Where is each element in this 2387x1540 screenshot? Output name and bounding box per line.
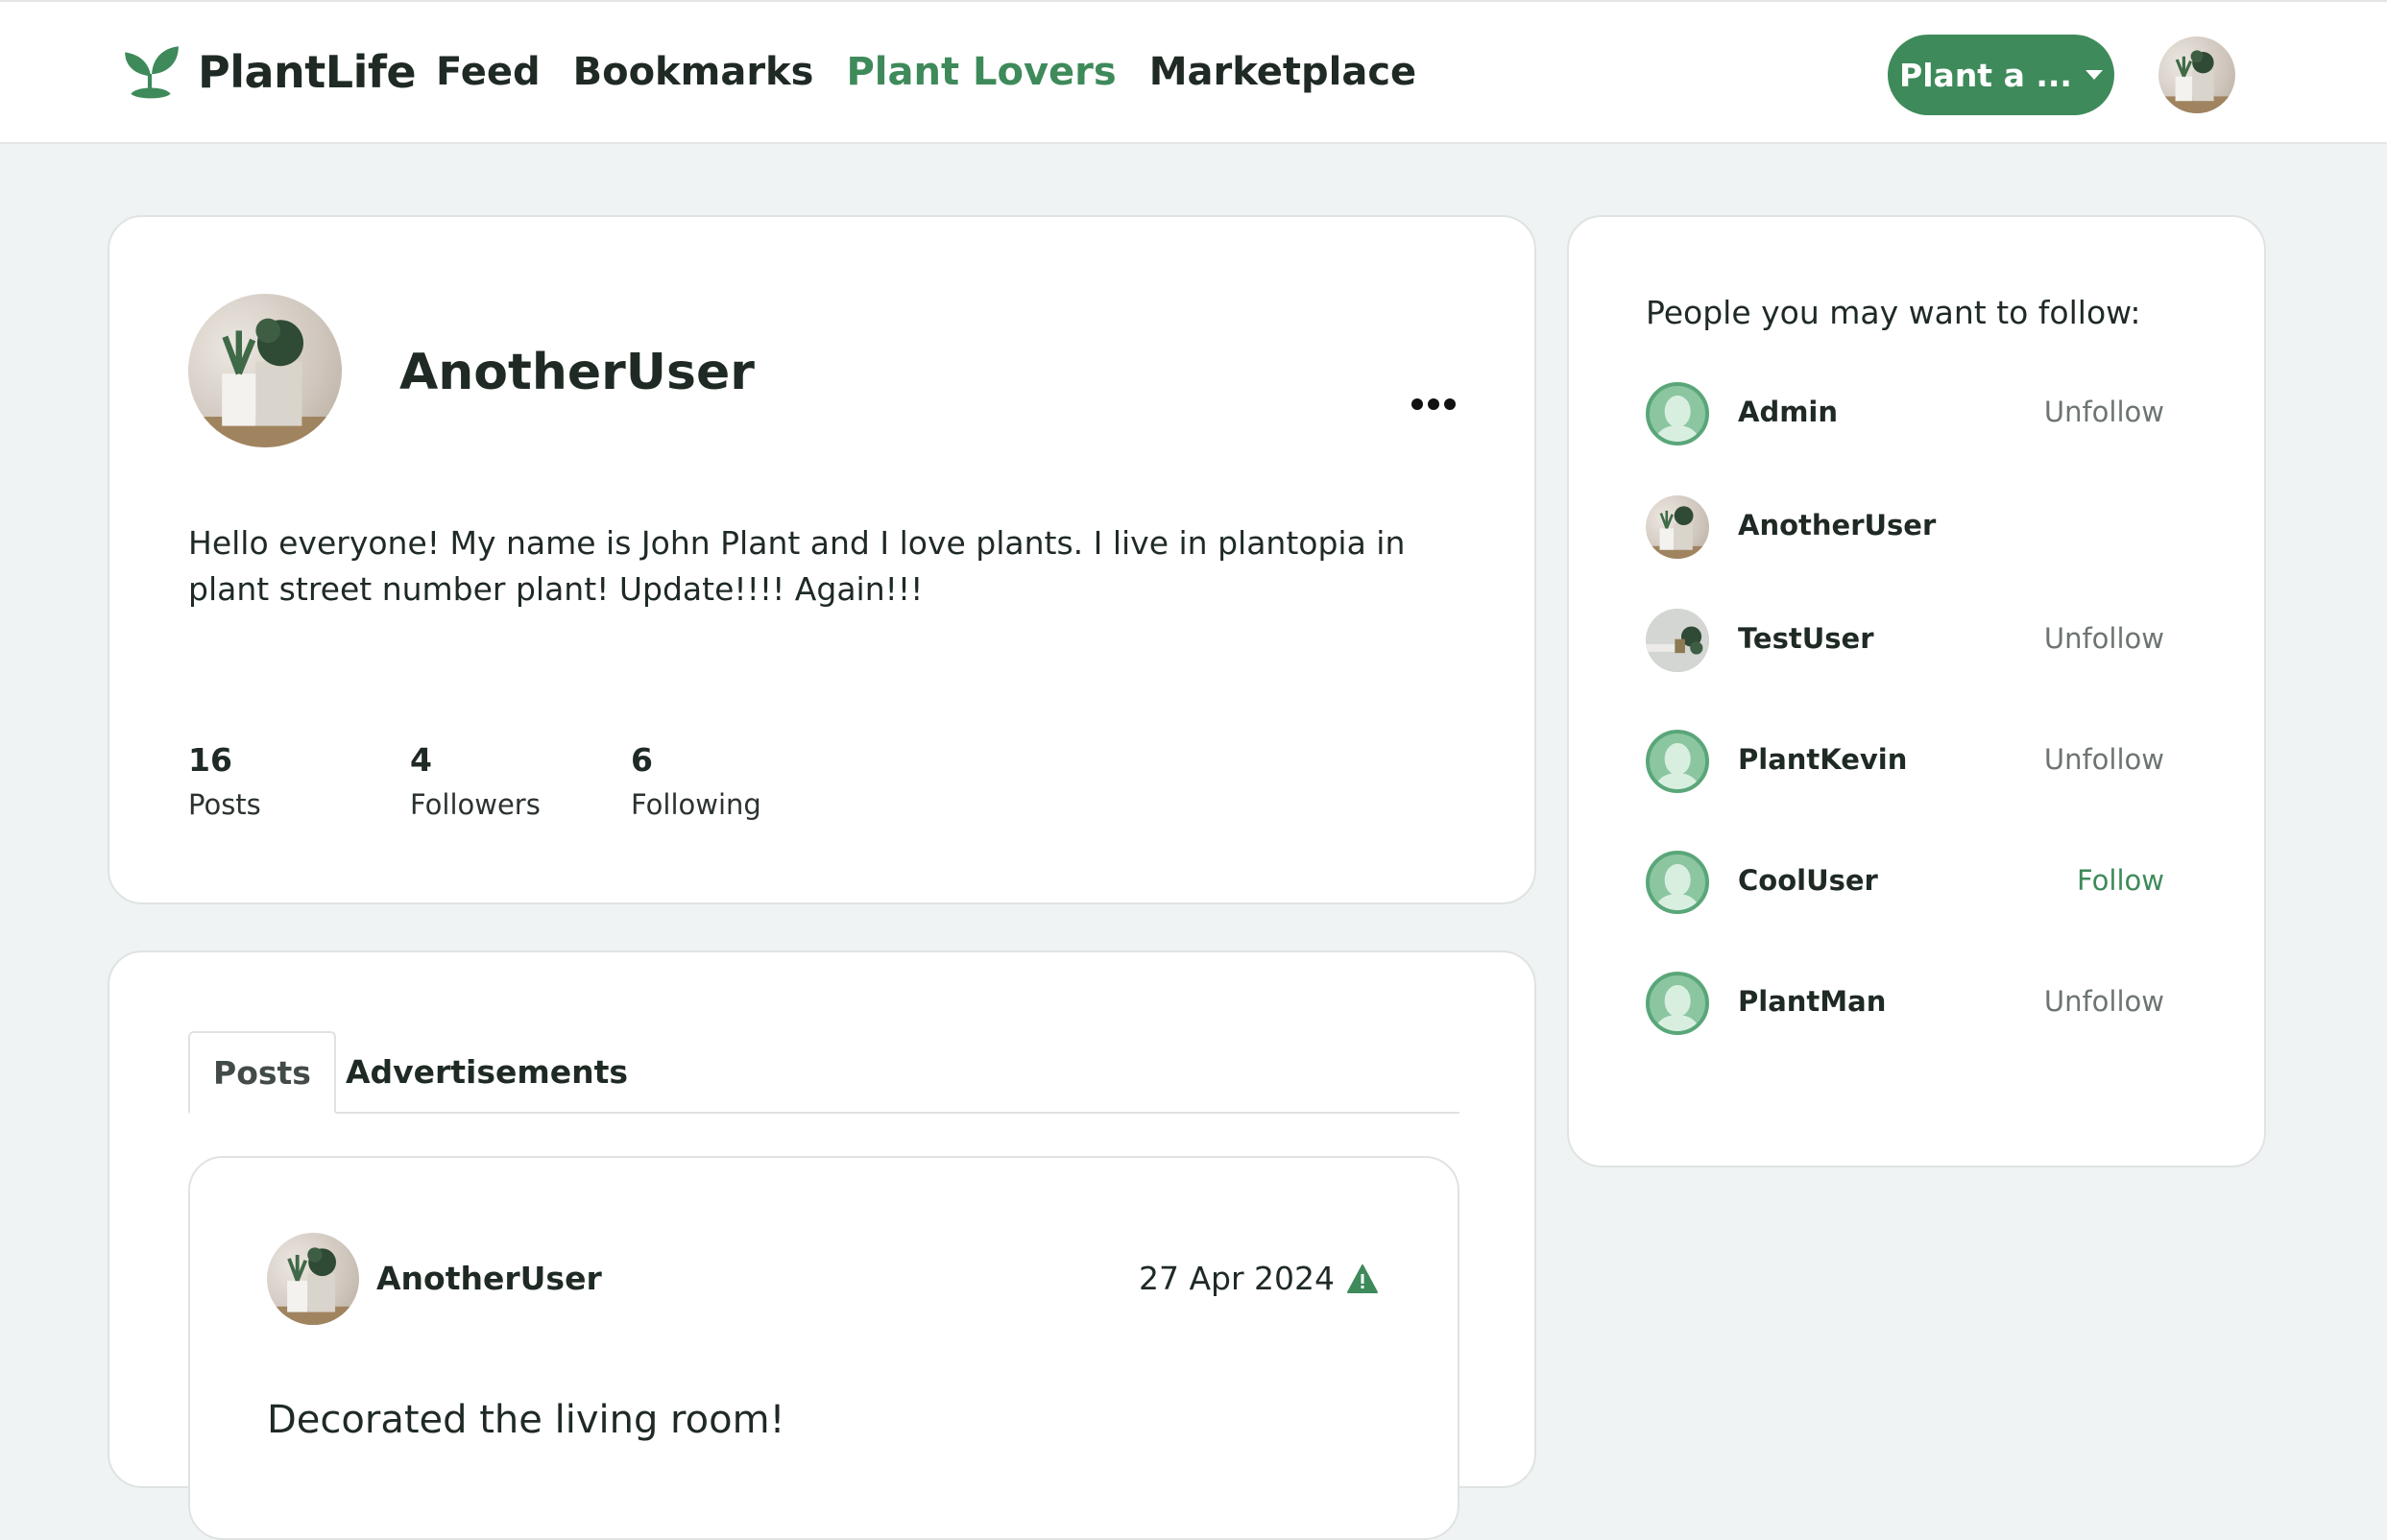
profile-card: AnotherUser Hello everyone! My name is J…	[108, 215, 1536, 904]
profile-avatar	[188, 294, 342, 447]
suggestion-name[interactable]: PlantKevin	[1738, 743, 1907, 776]
user-avatar-menu[interactable]	[2158, 36, 2235, 113]
dot-icon	[1411, 398, 1423, 410]
tab-posts[interactable]: Posts	[188, 1031, 336, 1114]
dot-icon	[1444, 398, 1456, 410]
posts-card: Posts Advertisements AnotherUser 27 Apr …	[108, 950, 1536, 1540]
user-avatar[interactable]	[1646, 495, 1709, 559]
top-navbar: PlantLife Feed Bookmarks Plant Lovers Ma…	[0, 0, 2387, 144]
profile-tabs: Posts Advertisements	[188, 1031, 1459, 1114]
suggestion-name[interactable]: PlantMan	[1738, 985, 1886, 1018]
suggestion-item: Admin Unfollow	[1646, 382, 2164, 447]
stat-followers[interactable]: 4 Followers	[410, 741, 541, 821]
stat-label: Posts	[188, 788, 261, 821]
plant-a-dropdown-button[interactable]: Plant a ...	[1888, 35, 2114, 115]
unfollow-button[interactable]: Unfollow	[2044, 622, 2164, 655]
post-title: Decorated the living room!	[267, 1398, 785, 1442]
suggestion-item: CoolUser Follow	[1646, 851, 2164, 916]
follow-button[interactable]: Follow	[2077, 864, 2164, 897]
suggestion-item: TestUser Unfollow	[1646, 609, 2164, 674]
stat-following[interactable]: 6 Following	[631, 741, 761, 821]
user-avatar[interactable]	[1646, 609, 1709, 672]
default-user-icon[interactable]	[1646, 972, 1709, 1035]
nav-marketplace[interactable]: Marketplace	[1149, 50, 1416, 94]
suggestion-item: AnotherUser	[1646, 495, 2164, 561]
suggestion-name[interactable]: TestUser	[1738, 622, 1874, 655]
suggestion-item: PlantMan Unfollow	[1646, 972, 2164, 1037]
stat-value: 4	[410, 741, 432, 779]
stat-value: 16	[188, 741, 232, 779]
post-card[interactable]: AnotherUser 27 Apr 2024 Decorated the li…	[188, 1156, 1459, 1540]
post-author-name[interactable]: AnotherUser	[376, 1260, 602, 1297]
unfollow-button[interactable]: Unfollow	[2044, 985, 2164, 1018]
post-date: 27 Apr 2024	[1139, 1260, 1336, 1297]
post-author-avatar[interactable]	[267, 1233, 359, 1325]
nav-bookmarks[interactable]: Bookmarks	[573, 50, 814, 94]
plant-photo-icon	[188, 318, 342, 447]
suggestion-name[interactable]: CoolUser	[1738, 864, 1878, 897]
suggestion-item: PlantKevin Unfollow	[1646, 730, 2164, 795]
plant-photo-icon	[1646, 609, 1709, 672]
tab-advertisements[interactable]: Advertisements	[336, 1031, 638, 1112]
suggestion-name[interactable]: AnotherUser	[1738, 509, 1936, 541]
nav-feed[interactable]: Feed	[436, 50, 541, 94]
plant-photo-icon	[2158, 50, 2235, 113]
suggestions-title: People you may want to follow:	[1646, 294, 2141, 331]
stat-label: Following	[631, 788, 761, 821]
stat-value: 6	[631, 741, 653, 779]
default-user-icon[interactable]	[1646, 382, 1709, 445]
stat-posts[interactable]: 16 Posts	[188, 741, 261, 821]
follow-suggestions-card: People you may want to follow: Admin Unf…	[1567, 215, 2266, 1167]
nav-plant-lovers[interactable]: Plant Lovers	[846, 50, 1116, 94]
profile-bio: Hello everyone! My name is John Plant an…	[188, 524, 1406, 608]
sprout-logo-icon	[125, 46, 179, 99]
unfollow-button[interactable]: Unfollow	[2044, 396, 2164, 428]
plant-photo-icon	[1646, 506, 1709, 559]
main-nav: Feed Bookmarks Plant Lovers Marketplace	[436, 50, 1416, 94]
report-warning-icon[interactable]	[1346, 1263, 1379, 1294]
profile-username: AnotherUser	[399, 344, 755, 401]
caret-down-icon	[2085, 70, 2103, 80]
dot-icon	[1428, 398, 1439, 410]
stat-label: Followers	[410, 788, 541, 821]
default-user-icon[interactable]	[1646, 851, 1709, 914]
suggestion-name[interactable]: Admin	[1738, 396, 1838, 428]
plant-photo-icon	[267, 1247, 359, 1325]
plant-button-label: Plant a ...	[1899, 56, 2072, 94]
brand-name: PlantLife	[198, 46, 417, 98]
default-user-icon[interactable]	[1646, 730, 1709, 793]
brand-logo-link[interactable]: PlantLife	[119, 40, 417, 104]
more-options-button[interactable]	[1411, 390, 1459, 419]
unfollow-button[interactable]: Unfollow	[2044, 743, 2164, 776]
